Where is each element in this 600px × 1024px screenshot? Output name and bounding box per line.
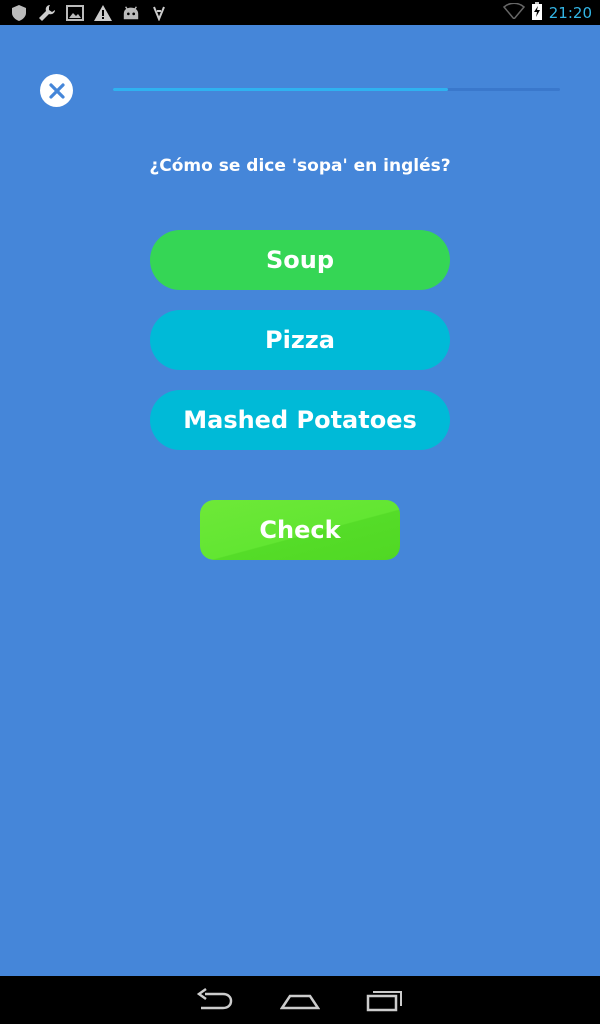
android-icon: [122, 4, 140, 22]
image-icon: [66, 4, 84, 22]
status-bar: 21:20: [0, 0, 600, 25]
answer-option-mashed-potatoes[interactable]: Mashed Potatoes: [150, 390, 450, 450]
check-button-label: Check: [259, 516, 341, 544]
close-button[interactable]: [40, 74, 73, 107]
answer-option-label: Mashed Potatoes: [183, 406, 417, 434]
recent-apps-icon: [366, 991, 402, 1012]
battery-charging-icon: [531, 1, 543, 24]
shield-icon: [10, 4, 28, 22]
wifi-icon: [502, 2, 525, 23]
back-icon: [196, 987, 233, 1010]
clock: 21:20: [548, 3, 592, 22]
back-button[interactable]: [195, 986, 235, 1014]
progress-bar: [113, 88, 560, 91]
close-icon: [48, 82, 65, 99]
download-icon: [150, 4, 168, 22]
system-icons: 21:20: [502, 1, 600, 24]
notification-icons: [0, 4, 168, 22]
progress-bar-fill: [113, 88, 449, 91]
wrench-icon: [38, 4, 56, 22]
answer-option-label: Pizza: [265, 326, 335, 354]
answer-option-pizza[interactable]: Pizza: [150, 310, 450, 370]
warning-icon: [94, 4, 112, 22]
answer-option-label: Soup: [265, 246, 335, 274]
answer-option-soup[interactable]: Soup: [150, 230, 450, 290]
check-button[interactable]: Check: [200, 500, 400, 560]
question-text: ¿Cómo se dice 'sopa' en inglés?: [149, 156, 451, 176]
home-button[interactable]: [279, 986, 321, 1014]
recent-apps-button[interactable]: [365, 986, 405, 1014]
navigation-bar: [0, 976, 600, 1024]
home-icon: [279, 994, 321, 1010]
